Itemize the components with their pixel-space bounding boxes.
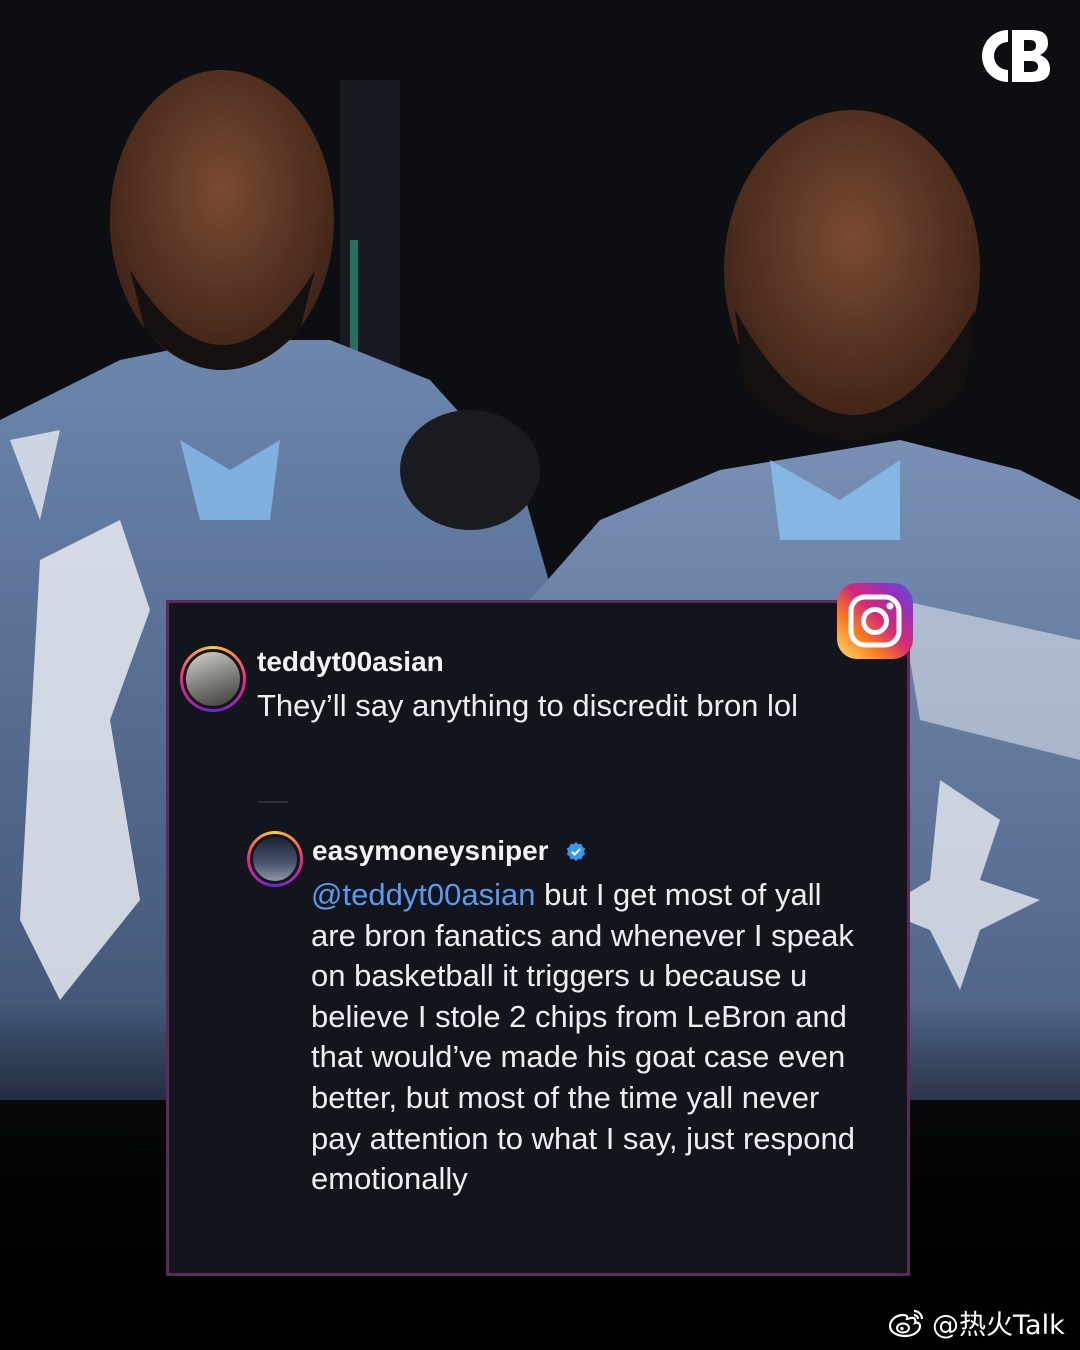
post-image: teddyt00asian They’ll say anything to di… bbox=[0, 0, 1080, 1350]
watermark-text: @热火Talk bbox=[932, 1310, 1065, 1341]
weibo-icon bbox=[888, 1309, 924, 1337]
reply-username[interactable]: easymoneysniper bbox=[312, 835, 549, 867]
reply-text: @teddyt00asian but I get most of yall ar… bbox=[311, 875, 871, 1200]
comment-text: They’ll say anything to discredit bron l… bbox=[257, 688, 799, 723]
cb-logo-icon bbox=[982, 30, 1050, 82]
instagram-icon bbox=[837, 583, 913, 659]
mention-link[interactable]: @teddyt00asian bbox=[311, 877, 536, 912]
comment-username[interactable]: teddyt00asian bbox=[257, 646, 444, 678]
watermark: @热火Talk bbox=[888, 1303, 1065, 1342]
avatar-image bbox=[250, 834, 300, 884]
verified-badge-icon bbox=[566, 842, 586, 861]
reply-avatar[interactable] bbox=[247, 831, 303, 887]
avatar-image bbox=[183, 649, 243, 709]
reply-body: but I get most of yall are bron fanatics… bbox=[311, 877, 864, 1197]
avatar[interactable] bbox=[180, 646, 246, 712]
reply-divider bbox=[258, 801, 288, 803]
